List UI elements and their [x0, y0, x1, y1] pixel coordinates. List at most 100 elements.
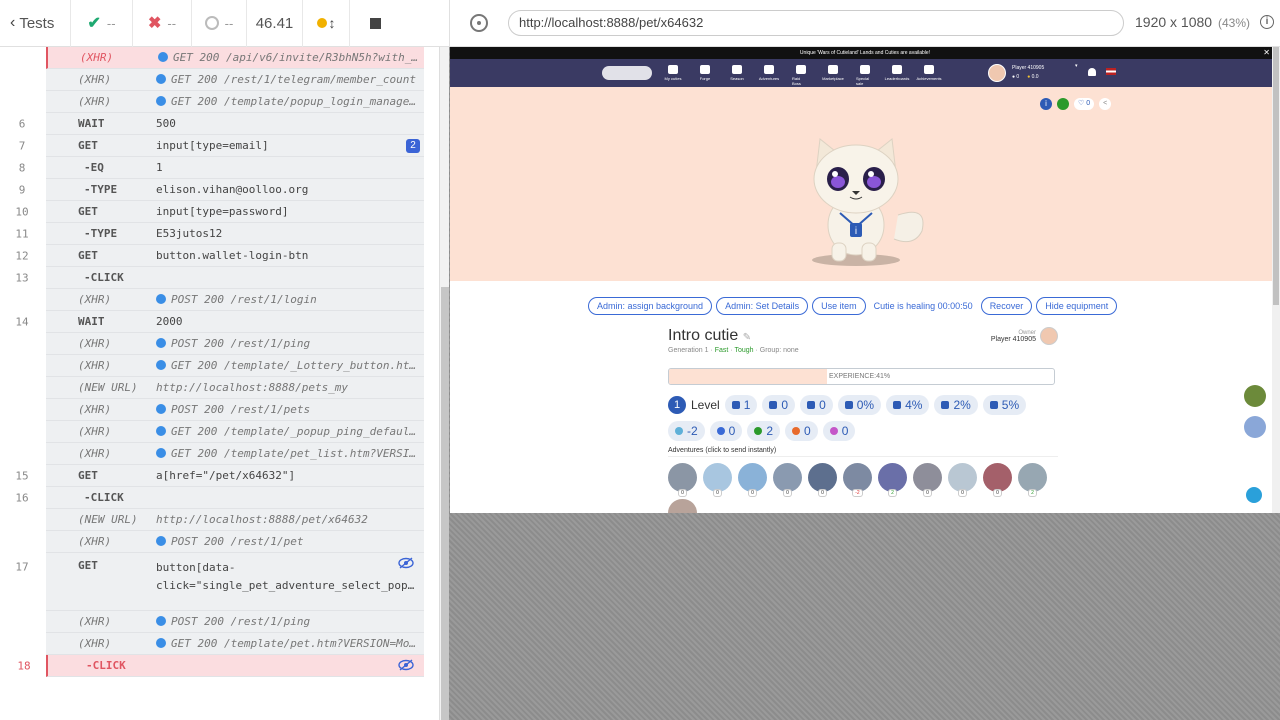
- app-scrollbar-thumb[interactable]: [1273, 47, 1279, 305]
- command-row[interactable]: 13 -CLICK: [15, 267, 424, 289]
- command-row[interactable]: (XHR) GET 200 /api/v6/invite/R3bhN5h?with…: [46, 47, 424, 69]
- nav-item[interactable]: Season: [728, 65, 746, 86]
- adventure-count: 2: [888, 489, 897, 497]
- action-button[interactable]: Recover: [980, 297, 1033, 315]
- element-chip[interactable]: 0: [709, 421, 743, 441]
- leaf-icon[interactable]: [1057, 98, 1069, 110]
- stop-button[interactable]: [350, 0, 400, 47]
- nav-item[interactable]: Raid Boss: [792, 65, 810, 86]
- adventure-item[interactable]: -2: [843, 463, 872, 497]
- close-icon[interactable]: ✕: [1263, 48, 1270, 57]
- nav-item[interactable]: My cuties: [664, 65, 682, 86]
- luck-icon: [989, 401, 998, 409]
- player-name[interactable]: Player 410905: [1012, 65, 1044, 71]
- action-button[interactable]: Hide equipment: [1036, 297, 1118, 315]
- action-button[interactable]: Use item: [812, 297, 866, 315]
- adventure-item[interactable]: 0: [808, 463, 837, 497]
- xhr-text: POST 200 /rest/1/ping: [171, 615, 311, 628]
- command-message: POST 200 /rest/1/pets: [156, 403, 418, 416]
- selector-playground-icon[interactable]: [470, 14, 488, 32]
- adventure-locked-extra[interactable]: [668, 499, 697, 513]
- command-row[interactable]: 7 GET input[type=email] 2: [19, 135, 424, 157]
- adventure-item[interactable]: 0: [913, 463, 942, 497]
- stats-row-elements: -2 0 2 0 0: [668, 421, 1058, 441]
- command-row[interactable]: (XHR) GET 200 /template/_popup_ping_defau…: [46, 421, 424, 443]
- nav-item[interactable]: Leaderboards: [885, 65, 909, 86]
- flag-icon[interactable]: [1106, 68, 1116, 75]
- command-row[interactable]: (NEW URL) http://localhost:8888/pets_my: [46, 377, 424, 399]
- stat-chip[interactable]: 4%: [886, 395, 930, 415]
- telegram-icon[interactable]: [1246, 487, 1262, 503]
- command-row[interactable]: (XHR) POST 200 /rest/1/ping: [46, 611, 424, 633]
- command-row[interactable]: (XHR) GET 200 /template/_Lottery_button.h…: [46, 355, 424, 377]
- command-row[interactable]: 17 GET button[data-click="single_pet_adven…: [15, 553, 424, 611]
- action-button[interactable]: Admin: Set Details: [716, 297, 809, 315]
- stat-chip[interactable]: 0: [800, 395, 833, 415]
- island-icon[interactable]: [1244, 385, 1266, 407]
- app-scrollbar[interactable]: [1272, 47, 1280, 513]
- element-chip[interactable]: 0: [785, 421, 818, 441]
- adventure-lock-icon: [843, 463, 872, 492]
- command-row[interactable]: 8 -EQ 1: [19, 157, 424, 179]
- command-row[interactable]: (XHR) GET 200 /template/pet_list.htm?VERS…: [46, 443, 424, 465]
- adventure-item[interactable]: 0: [983, 463, 1012, 497]
- dropdown-caret-icon[interactable]: ▾: [1075, 63, 1078, 69]
- cutie-helper-icon[interactable]: [1244, 416, 1266, 438]
- info-icon[interactable]: i: [1260, 15, 1274, 29]
- stat-chip[interactable]: 0%: [837, 395, 882, 415]
- fire-icon: [792, 427, 801, 435]
- command-row[interactable]: 10 GET input[type=password]: [15, 201, 424, 223]
- adventure-item[interactable]: 0: [948, 463, 977, 497]
- adventure-item[interactable]: 0: [703, 463, 732, 497]
- command-row[interactable]: (XHR) GET 200 /template/pet.htm?VERSION=M…: [46, 633, 424, 655]
- element-chip[interactable]: 0: [822, 421, 856, 441]
- player-avatar[interactable]: [988, 64, 1006, 82]
- nav-item[interactable]: Forge: [696, 65, 714, 86]
- adventure-item[interactable]: 2: [1018, 463, 1047, 497]
- command-row[interactable]: (XHR) POST 200 /rest/1/login: [46, 289, 424, 311]
- element-chip[interactable]: -2: [668, 421, 705, 441]
- command-row[interactable]: (XHR) GET 200 /rest/1/telegram/member_cou…: [46, 69, 424, 91]
- nav-item[interactable]: Achievements: [916, 65, 942, 86]
- nav-item[interactable]: Adventures: [759, 65, 779, 86]
- nav-item[interactable]: Special sale: [856, 65, 874, 86]
- action-button[interactable]: Admin: assign background: [588, 297, 713, 315]
- reporter-scrollbar[interactable]: [439, 47, 450, 720]
- command-row[interactable]: 16 -CLICK: [15, 487, 424, 509]
- stat-chip[interactable]: 1: [724, 395, 758, 415]
- adventure-item[interactable]: 0: [773, 463, 802, 497]
- command-row[interactable]: (XHR) GET 200 /template/popup_login_manag…: [46, 91, 424, 113]
- url-bar[interactable]: http://localhost:8888/pet/x64632: [508, 10, 1124, 36]
- command-row[interactable]: 9 -TYPE elison.vihan@oolloo.org: [19, 179, 424, 201]
- share-icon[interactable]: <: [1099, 98, 1112, 110]
- adventure-item[interactable]: 2: [878, 463, 907, 497]
- logo[interactable]: [602, 66, 652, 80]
- owner-block[interactable]: Owner Player 410905: [991, 327, 1058, 345]
- auto-scroll-toggle[interactable]: ↕: [303, 0, 350, 47]
- tests-button[interactable]: ‹ Tests: [0, 0, 71, 47]
- stat-chip[interactable]: 0: [762, 395, 796, 415]
- promo-banner[interactable]: Unique 'Wars of Cutieland' Lands and Cut…: [450, 47, 1280, 59]
- stat-chip[interactable]: 5%: [982, 395, 1027, 415]
- command-row[interactable]: 18 -CLICK: [17, 655, 424, 677]
- info-badge-icon[interactable]: i: [1040, 98, 1052, 110]
- command-row[interactable]: (NEW URL) http://localhost:8888/pet/x6463…: [46, 509, 424, 531]
- command-message: POST 200 /rest/1/ping: [156, 337, 418, 350]
- command-row[interactable]: 6 WAIT 500: [19, 113, 424, 135]
- edit-pencil-icon[interactable]: ✎: [743, 332, 751, 343]
- like-button[interactable]: ♡ 0: [1074, 98, 1095, 110]
- command-row[interactable]: 14 WAIT 2000: [15, 311, 424, 333]
- command-row[interactable]: (XHR) POST 200 /rest/1/ping: [46, 333, 424, 355]
- command-row[interactable]: 15 GET a[href="/pet/x64632"]: [15, 465, 424, 487]
- command-row[interactable]: 11 -TYPE E53jutos12: [15, 223, 424, 245]
- command-row[interactable]: (XHR) POST 200 /rest/1/pets: [46, 399, 424, 421]
- command-row[interactable]: (XHR) POST 200 /rest/1/pet: [46, 531, 424, 553]
- adventure-item[interactable]: 0: [738, 463, 767, 497]
- nav-menu: My cuties Forge Season Adventures Raid Boss M…: [664, 65, 942, 86]
- nav-item[interactable]: Marketplace: [822, 65, 844, 86]
- command-row[interactable]: 12 GET button.wallet-login-btn: [15, 245, 424, 267]
- adventure-item[interactable]: 0: [668, 463, 697, 497]
- bell-icon[interactable]: [1088, 68, 1096, 76]
- element-chip[interactable]: 2: [747, 421, 781, 441]
- stat-chip[interactable]: 2%: [934, 395, 978, 415]
